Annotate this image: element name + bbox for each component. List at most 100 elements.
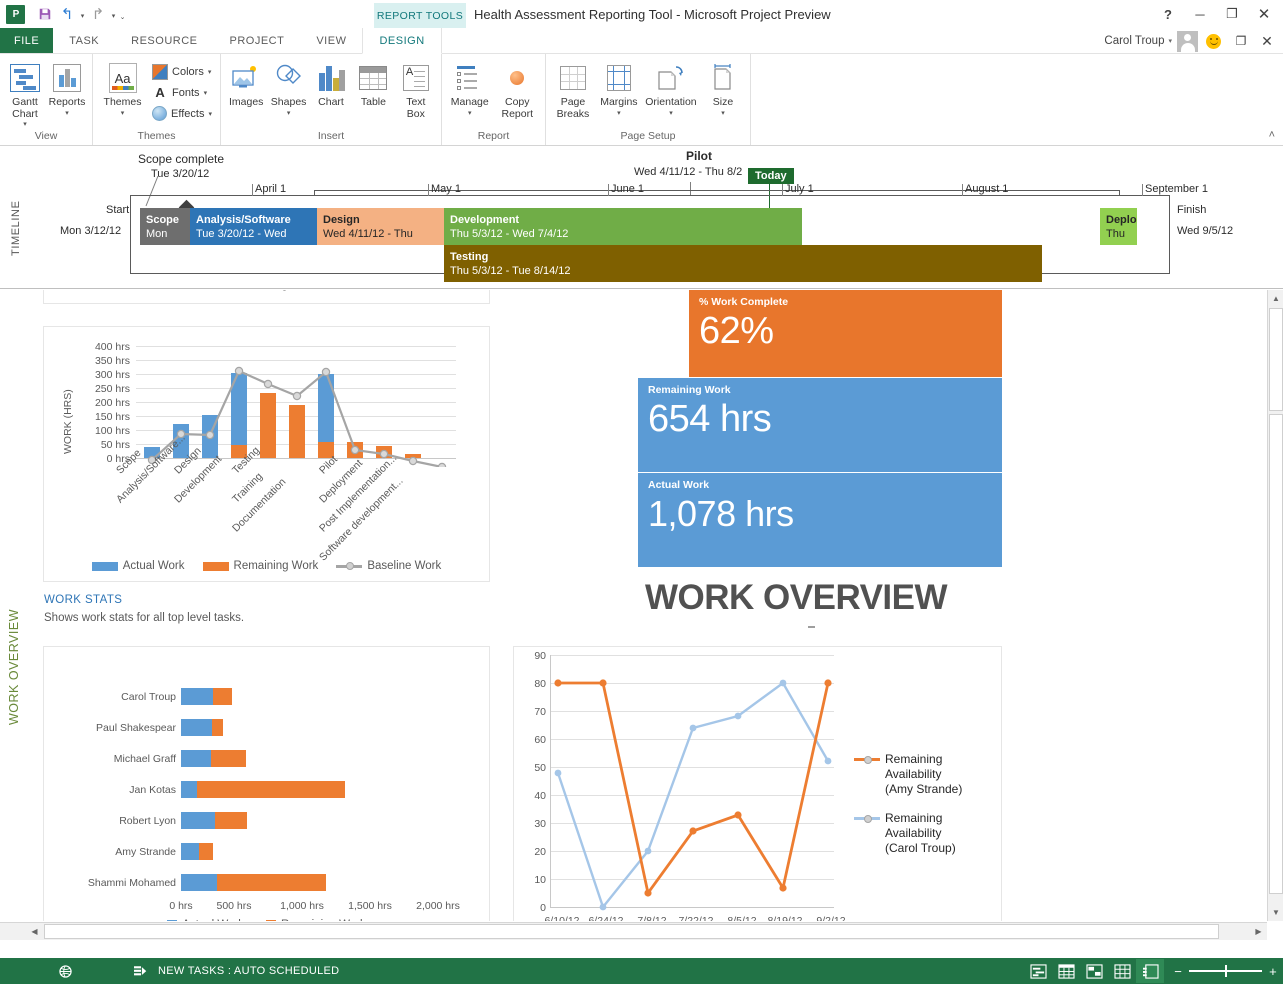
zoom-slider[interactable]: − +: [1174, 964, 1277, 979]
manage-dropdown-icon[interactable]: ▾: [468, 110, 472, 118]
restore-icon[interactable]: ❐: [1217, 1, 1247, 27]
fonts-dropdown-icon[interactable]: ▾: [204, 89, 208, 97]
tab-resource[interactable]: RESOURCE: [115, 28, 213, 53]
avatar[interactable]: [1177, 31, 1198, 52]
reports-dropdown-icon[interactable]: ▾: [65, 110, 69, 118]
table-button[interactable]: Table: [352, 58, 394, 109]
new-task-icon[interactable]: [128, 965, 154, 978]
margins-button[interactable]: Margins ▾: [596, 58, 642, 118]
copy-report-button[interactable]: Copy Report: [494, 58, 542, 120]
shapes-icon: [274, 60, 304, 96]
scroll-left-icon[interactable]: ◀: [26, 923, 43, 940]
themes-button[interactable]: Aa Themes ▾: [97, 58, 148, 118]
chart-button[interactable]: Chart: [310, 58, 352, 109]
themes-dropdown-icon[interactable]: ▾: [121, 110, 125, 118]
timeline-bar-deployment[interactable]: Deplo Thu: [1100, 208, 1137, 245]
close-icon[interactable]: ✕: [1249, 1, 1279, 27]
tab-view[interactable]: VIEW: [300, 28, 362, 53]
colors-button[interactable]: Colors ▾: [150, 61, 216, 82]
team-planner-view-icon[interactable]: [1080, 959, 1108, 983]
reports-button[interactable]: Reports ▾: [46, 58, 88, 118]
user-dropdown-icon[interactable]: ▾: [1168, 37, 1172, 45]
orientation-button[interactable]: Orientation ▾: [642, 58, 700, 118]
horizontal-scroll-thumb[interactable]: [44, 924, 1219, 939]
gantt-chart-dropdown-icon[interactable]: ▾: [23, 121, 27, 129]
timeline-bar-design[interactable]: Design Wed 4/11/12 - Thu: [317, 208, 444, 245]
shapes-label: Shapes: [271, 97, 307, 109]
card-percent-work-complete[interactable]: % Work Complete 62%: [689, 290, 1002, 377]
images-button[interactable]: Images: [225, 58, 267, 109]
reports-view-icon[interactable]: [1136, 959, 1164, 983]
timeline-month-july: July 1: [785, 183, 814, 195]
resource-work-chart[interactable]: Carol Troup Paul Shakespear Michael Graf…: [43, 646, 490, 921]
vertical-scroll-thumb[interactable]: [1269, 308, 1283, 411]
orientation-dropdown-icon[interactable]: ▾: [669, 110, 673, 118]
feedback-smiley-icon[interactable]: [1206, 34, 1221, 49]
report-title[interactable]: WORK OVERVIEW: [645, 578, 947, 618]
timeline-tick-september: [1142, 184, 1143, 196]
save-icon[interactable]: [34, 3, 56, 25]
scroll-down-icon[interactable]: ▼: [1268, 904, 1283, 921]
close-window-icon[interactable]: ✕: [1255, 28, 1279, 54]
size-dropdown-icon[interactable]: ▾: [721, 110, 725, 118]
scroll-right-icon[interactable]: ▶: [1250, 923, 1267, 940]
tab-file[interactable]: FILE: [0, 28, 53, 53]
collapse-ribbon-icon[interactable]: ˄: [1269, 129, 1275, 141]
new-tasks-label[interactable]: NEW TASKS : AUTO SCHEDULED: [158, 965, 339, 977]
margins-dropdown-icon[interactable]: ▾: [617, 110, 621, 118]
task-usage-view-icon[interactable]: [1052, 959, 1080, 983]
ribbon-group-page-setup: Page Breaks Margins ▾ Orientation ▾: [546, 54, 751, 145]
reports-icon: [53, 60, 81, 96]
text-box-button[interactable]: A Text Box: [395, 58, 437, 120]
availability-chart[interactable]: 90 80 70 60 50 40 30 20 10 0: [513, 646, 1002, 921]
globe-icon[interactable]: [52, 965, 78, 978]
legend-amy-strande: Remaining Availability(Amy Strande): [854, 752, 997, 797]
colors-dropdown-icon[interactable]: ▾: [208, 68, 212, 76]
zoom-out-button[interactable]: −: [1174, 964, 1182, 979]
scroll-up-icon[interactable]: ▲: [1268, 290, 1283, 307]
copy-report-label: Copy Report: [501, 97, 533, 120]
work-stats-chart[interactable]: WORK (HRS) 400 hrs 350 hrs 300 hrs 250 h…: [43, 326, 490, 582]
report-canvas[interactable]: Baseline Remaining Cumulative Work WORK …: [26, 290, 1250, 921]
card-value: 62%: [699, 308, 992, 354]
user-name[interactable]: Carol Troup: [1104, 35, 1164, 47]
shapes-button[interactable]: Shapes ▾: [267, 58, 309, 118]
horizontal-scrollbar[interactable]: ◀ ▶: [0, 922, 1267, 940]
page-breaks-button[interactable]: Page Breaks: [550, 58, 596, 120]
card-remaining-work[interactable]: Remaining Work 654 hrs: [638, 378, 1002, 472]
timeline-bar-scope[interactable]: Scope Mon: [140, 208, 190, 245]
reports-label: Reports: [49, 97, 86, 109]
tab-task[interactable]: TASK: [53, 28, 115, 53]
tab-project[interactable]: PROJECT: [214, 28, 301, 53]
timeline-bar-analysis[interactable]: Analysis/Software Tue 3/20/12 - Wed: [190, 208, 317, 245]
resource-sheet-view-icon[interactable]: [1108, 959, 1136, 983]
size-icon: [711, 60, 735, 96]
fonts-button[interactable]: A Fonts ▾: [150, 82, 216, 103]
timeline-bar-testing[interactable]: Testing Thu 5/3/12 - Tue 8/14/12: [444, 245, 1042, 282]
card-actual-work[interactable]: Actual Work 1,078 hrs: [638, 473, 1002, 567]
size-button[interactable]: Size ▾: [700, 58, 746, 118]
timeline-panel: TIMELINE Scope complete Tue 3/20/12 Pilo…: [0, 146, 1283, 289]
gantt-chart-button[interactable]: Gantt Chart ▾: [4, 58, 46, 129]
tab-design[interactable]: DESIGN: [362, 28, 441, 54]
timeline-bar-development[interactable]: Development Thu 5/3/12 - Wed 7/4/12: [444, 208, 802, 245]
undo-icon[interactable]: ↰: [56, 3, 78, 25]
vertical-scroll-track-lower[interactable]: [1269, 414, 1283, 894]
vertical-scrollbar[interactable]: ▲ ▼: [1267, 290, 1283, 921]
zoom-track[interactable]: [1189, 970, 1262, 972]
redo-dropdown-icon[interactable]: ▾: [109, 3, 118, 25]
restore-window-icon[interactable]: ❐: [1229, 28, 1253, 54]
timeline-month-may: May 1: [431, 183, 461, 195]
redo-icon[interactable]: ↱: [87, 3, 109, 25]
customize-qat-icon[interactable]: ⌄: [118, 3, 127, 25]
help-icon[interactable]: ?: [1153, 1, 1183, 27]
hbar-remaining: [212, 719, 223, 736]
effects-dropdown-icon[interactable]: ▾: [208, 110, 212, 118]
manage-button[interactable]: Manage ▾: [446, 58, 494, 118]
shapes-dropdown-icon[interactable]: ▾: [287, 110, 291, 118]
minimize-icon[interactable]: ─: [1185, 1, 1215, 27]
gantt-chart-view-icon[interactable]: [1024, 959, 1052, 983]
effects-button[interactable]: Effects ▾: [150, 103, 216, 124]
undo-dropdown-icon[interactable]: ▾: [78, 3, 87, 25]
zoom-in-button[interactable]: +: [1269, 964, 1277, 979]
